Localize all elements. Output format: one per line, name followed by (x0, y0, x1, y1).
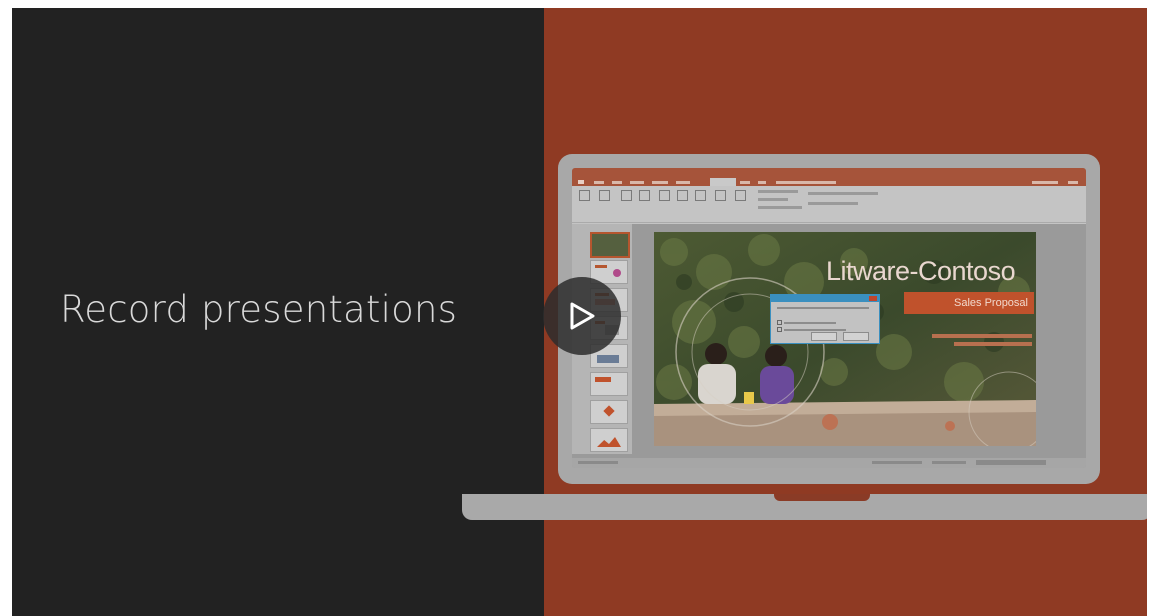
ppt-ribbon-tabs (572, 178, 1086, 186)
video-frame[interactable]: Record presentations Litware-Contoso Sal… (12, 8, 1147, 616)
slide-canvas: Litware-Contoso Sales Proposal (654, 232, 1036, 446)
laptop-screen: Litware-Contoso Sales Proposal (572, 168, 1086, 468)
left-panel: Record presentations (12, 8, 544, 616)
laptop-notch (774, 494, 870, 501)
ppt-ribbon (572, 186, 1086, 224)
slide-subtitle-box: Sales Proposal (904, 292, 1034, 314)
slide-title: Litware-Contoso (826, 256, 1016, 286)
video-headline: Record presentations (60, 288, 458, 331)
slide-subtitle: Sales Proposal (954, 297, 1028, 309)
start-recording-button[interactable] (811, 332, 837, 341)
slide-names-lines (924, 332, 1032, 346)
dialog-titlebar (771, 295, 879, 302)
laptop-base (462, 494, 1147, 520)
cancel-button[interactable] (843, 332, 869, 341)
laptop-illustration: Litware-Contoso Sales Proposal (558, 154, 1100, 484)
play-button[interactable] (543, 277, 621, 355)
dialog-close-button[interactable] (869, 296, 877, 301)
play-icon (570, 302, 595, 330)
ppt-status-bar (572, 458, 1086, 468)
record-slide-show-dialog[interactable] (770, 294, 880, 344)
ppt-titlebar (572, 168, 1086, 178)
checkbox-icon[interactable] (777, 327, 782, 333)
